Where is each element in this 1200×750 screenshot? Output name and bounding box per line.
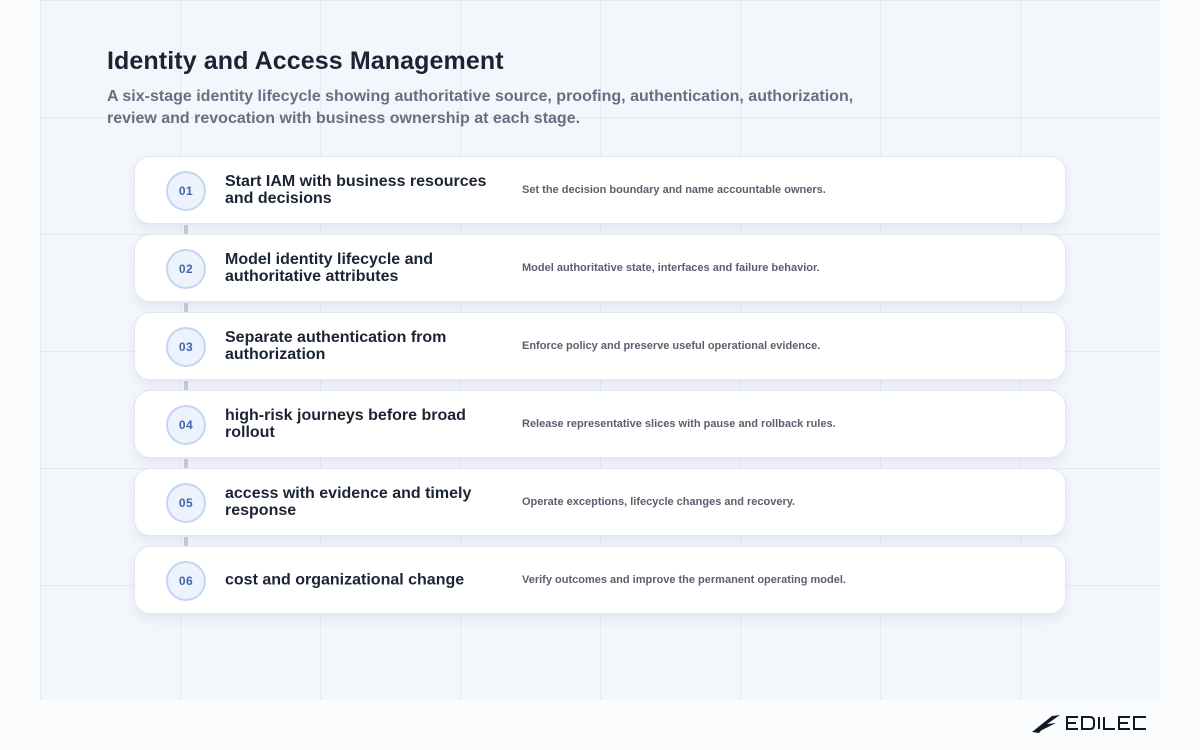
stage-title: Separate authentication from authorizati…	[225, 329, 447, 363]
stage-card-05: 05 access with evidence and timely respo…	[134, 468, 1066, 536]
page-subtitle: A six-stage identity lifecycle showing a…	[107, 88, 854, 127]
stage-description: Operate exceptions, lifecycle changes an…	[522, 496, 796, 508]
stage-title: cost and organizational change	[225, 571, 465, 589]
page-title: Identity and Access Management	[107, 47, 504, 75]
stage-number-badge: 02	[166, 249, 206, 289]
stage-card-01: 01 Start IAM with business resources and…	[134, 156, 1066, 224]
stage-description: Set the decision boundary and name accou…	[522, 184, 826, 196]
stage-title: access with evidence and timely response	[225, 485, 472, 519]
stage-title: Start IAM with business resources and de…	[225, 173, 487, 207]
stage-number-badge: 05	[166, 483, 206, 523]
stage-description: Model authoritative state, interfaces an…	[522, 262, 820, 274]
stage-description: Enforce policy and preserve useful opera…	[522, 340, 821, 352]
logo-mark-icon	[1032, 715, 1060, 733]
stage-number-badge: 06	[166, 561, 206, 601]
stage-number-badge: 04	[166, 405, 206, 445]
stage-card-06: 06 cost and organizational change Verify…	[134, 546, 1066, 614]
logo-wordmark-icon	[1066, 716, 1146, 730]
stage-description: Verify outcomes and improve the permanen…	[522, 574, 846, 586]
stage-card-03: 03 Separate authentication from authoriz…	[134, 312, 1066, 380]
stage-description: Release representative slices with pause…	[522, 418, 836, 430]
stage-title: high-risk journeys before broad rollout	[225, 407, 466, 441]
stage-number-badge: 03	[166, 327, 206, 367]
stage-card-04: 04 high-risk journeys before broad rollo…	[134, 390, 1066, 458]
stage-title: Model identity lifecycle and authoritati…	[225, 251, 434, 285]
stage-number-badge: 01	[166, 171, 206, 211]
stage-card-02: 02 Model identity lifecycle and authorit…	[134, 234, 1066, 302]
edilec-logo	[1032, 715, 1146, 733]
